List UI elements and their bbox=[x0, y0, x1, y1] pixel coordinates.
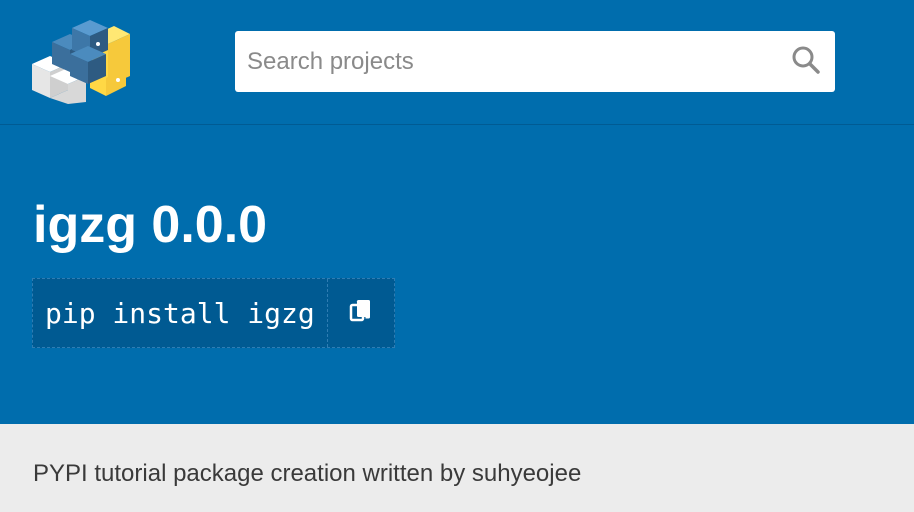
search-icon bbox=[791, 45, 821, 80]
copy-button[interactable] bbox=[326, 279, 394, 347]
top-header bbox=[0, 0, 914, 125]
search-input[interactable] bbox=[235, 31, 775, 92]
pypi-logo-icon[interactable] bbox=[28, 14, 134, 104]
description-band: PYPI tutorial package creation written b… bbox=[0, 424, 914, 512]
search-box bbox=[235, 31, 835, 92]
pip-command-text[interactable]: pip install igzg bbox=[33, 279, 327, 347]
package-summary: PYPI tutorial package creation written b… bbox=[33, 460, 582, 487]
package-title: igzg 0.0.0 bbox=[33, 196, 268, 254]
pip-install-command: pip install igzg bbox=[32, 278, 395, 348]
package-header-banner: igzg 0.0.0 pip install igzg bbox=[0, 125, 914, 424]
copy-icon bbox=[349, 298, 373, 329]
search-button[interactable] bbox=[787, 43, 825, 81]
